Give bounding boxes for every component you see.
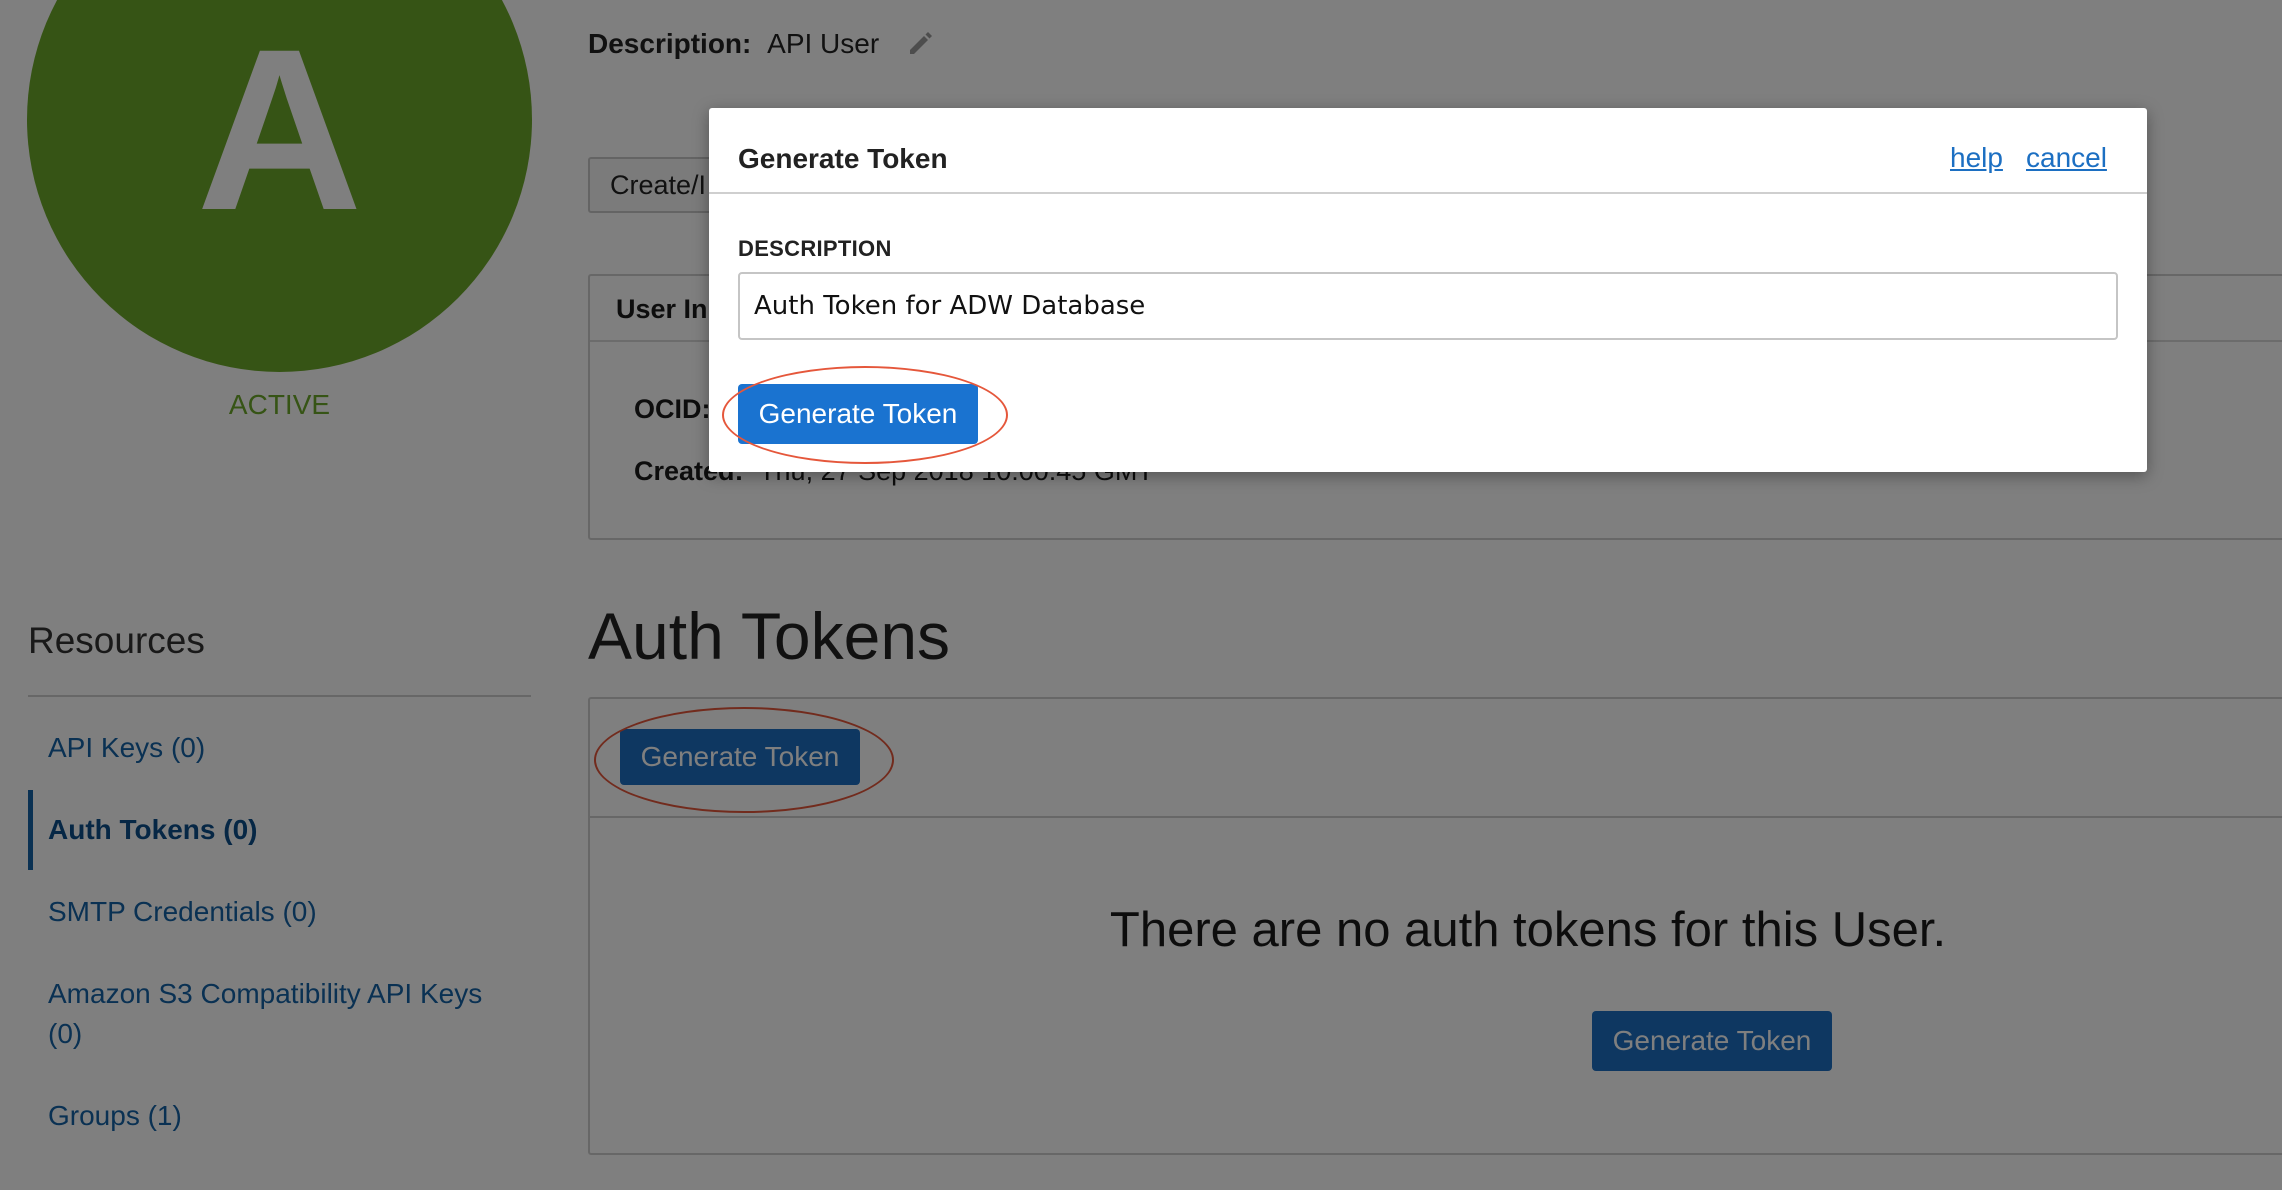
description-field-label: DESCRIPTION: [738, 236, 892, 261]
dialog-header: Generate Token help cancel: [709, 108, 2147, 194]
user-details-page: A ACTIVE Description: API User Create/I …: [0, 0, 2282, 1190]
help-link[interactable]: help: [1950, 142, 2003, 174]
generate-token-dialog: Generate Token help cancel DESCRIPTION G…: [709, 108, 2147, 472]
generate-token-submit-button[interactable]: Generate Token: [738, 384, 978, 444]
cancel-link[interactable]: cancel: [2026, 142, 2107, 174]
description-input[interactable]: [738, 272, 2118, 340]
dialog-title: Generate Token: [738, 143, 948, 174]
